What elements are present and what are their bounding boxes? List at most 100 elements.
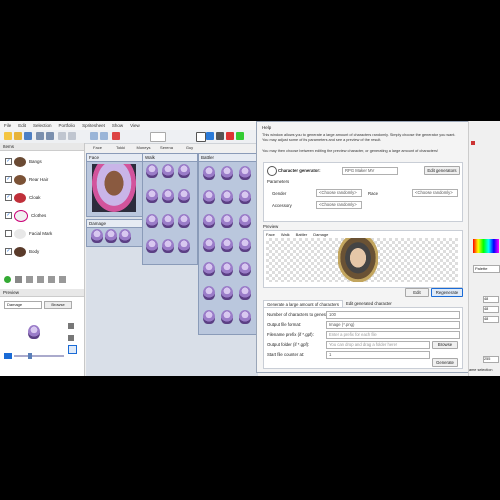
delete-item-icon[interactable] <box>59 276 66 283</box>
undo-icon[interactable] <box>36 132 44 140</box>
walk-sprite <box>178 164 190 178</box>
damage-box-title: Damage <box>87 220 143 228</box>
new-icon[interactable] <box>4 132 12 140</box>
output-folder-input[interactable]: You can drop and drag a folder here! <box>326 341 430 349</box>
cursor-tool-icon[interactable] <box>206 132 214 140</box>
copy-icon[interactable] <box>58 132 66 140</box>
delete-icon[interactable] <box>226 132 234 140</box>
preview-select[interactable]: Damage <box>4 301 42 309</box>
items-panel-title: Items <box>0 143 84 151</box>
play-icon[interactable] <box>4 353 12 359</box>
eyedropper-icon[interactable] <box>68 323 74 329</box>
list-item[interactable]: ✓ Clothes <box>5 208 46 223</box>
redo-icon[interactable] <box>46 132 54 140</box>
tab-serena[interactable]: Serena <box>155 143 178 153</box>
accessory-select[interactable]: <Choose randomly> <box>316 201 362 209</box>
preview-browse-button[interactable]: Browse <box>44 301 72 309</box>
move-down-icon[interactable] <box>37 276 44 283</box>
value-input[interactable]: 48 <box>483 306 499 313</box>
color-palette[interactable] <box>473 239 499 253</box>
menu-view[interactable]: View <box>130 123 140 128</box>
folder-browse-button[interactable]: Browse <box>432 341 458 349</box>
open-icon[interactable] <box>14 132 22 140</box>
animation-slider[interactable] <box>14 355 64 357</box>
filename-prefix-label: Filename prefix (if *.gpf): <box>267 332 314 337</box>
duplicate-icon[interactable] <box>15 276 22 283</box>
counter-input[interactable]: 1 <box>326 351 430 359</box>
right-panel: Palette 48 48 48 255 ame selection <box>468 121 500 376</box>
value-input[interactable]: 48 <box>483 316 499 323</box>
value-input[interactable]: 255 <box>483 356 499 363</box>
select-tool-icon[interactable] <box>196 132 206 142</box>
move-up-icon[interactable] <box>26 276 33 283</box>
tab-face[interactable]: Face <box>266 232 275 237</box>
record-icon[interactable] <box>112 132 120 140</box>
list-item[interactable]: ✓ Cloak <box>5 190 41 205</box>
tab-walk[interactable]: Walk <box>281 232 290 237</box>
checkbox[interactable]: ✓ <box>5 248 12 255</box>
move-tool-icon[interactable] <box>216 132 224 140</box>
output-format-select[interactable]: Image (*.png) <box>326 321 460 329</box>
item-label: Body <box>29 249 40 254</box>
save-icon[interactable] <box>24 132 32 140</box>
battler-sprite <box>239 238 251 252</box>
battler-sprite <box>239 166 251 180</box>
walk-sprite <box>162 239 174 253</box>
sprite-workspace: Face Damage Walk Battler <box>86 153 260 376</box>
menu-file[interactable]: File <box>4 123 11 128</box>
gender-select[interactable]: <Choose randomly> <box>316 189 362 197</box>
zoom-select[interactable] <box>150 132 166 142</box>
checkbox[interactable]: ✓ <box>5 194 12 201</box>
generator-icon <box>267 166 277 176</box>
checkbox[interactable] <box>5 230 12 237</box>
settings-icon[interactable] <box>48 276 55 283</box>
value-input[interactable]: 48 <box>483 296 499 303</box>
generator-section: Character generator: RPG Maker MV Edit g… <box>263 162 463 222</box>
output-format-label: Output file format: <box>267 322 302 327</box>
zoom-icon[interactable] <box>100 132 108 140</box>
add-icon[interactable] <box>236 132 244 140</box>
slider-handle[interactable] <box>28 353 32 359</box>
list-item[interactable]: Facial Mark <box>5 226 52 241</box>
num-characters-input[interactable]: 100 <box>326 311 460 319</box>
menu-selection[interactable]: Selection <box>33 123 52 128</box>
menu-portfolio[interactable]: Portfolio <box>59 123 76 128</box>
race-select[interactable]: <Choose randomly> <box>412 189 458 197</box>
tab-guy[interactable]: Guy <box>178 143 201 153</box>
palette-select[interactable]: Palette <box>473 265 500 273</box>
list-item[interactable]: ✓ Body <box>5 244 39 259</box>
battler-sprite <box>221 310 233 324</box>
toggle-icon[interactable] <box>68 345 77 354</box>
menu-edit[interactable]: Edit <box>18 123 26 128</box>
preview-canvas <box>20 319 48 347</box>
tab-face[interactable]: Face <box>86 143 109 153</box>
generate-button[interactable]: Generate <box>432 358 458 367</box>
checkbox[interactable]: ✓ <box>5 158 12 165</box>
damage-box: Damage <box>86 219 144 247</box>
edit-generators-button[interactable]: Edit generators <box>424 166 460 175</box>
list-item[interactable]: ✓ Rear Hair <box>5 172 48 187</box>
grid-icon[interactable] <box>90 132 98 140</box>
paste-icon[interactable] <box>68 132 76 140</box>
walk-sprite <box>162 189 174 203</box>
dialog-description-2: You may then choose between editing the … <box>262 149 439 153</box>
checkbox[interactable]: ✓ <box>5 212 12 219</box>
filename-prefix-input[interactable]: Enter a prefix for each file <box>326 331 460 339</box>
regenerate-button[interactable]: Regenerate <box>431 288 463 297</box>
checkbox[interactable]: ✓ <box>5 176 12 183</box>
list-item[interactable]: ✓ Bangs <box>5 154 42 169</box>
add-item-icon[interactable] <box>4 276 11 283</box>
tab-tokki[interactable]: Tokki <box>109 143 132 153</box>
face-box-title: Face <box>87 154 143 162</box>
menu-show[interactable]: Show <box>112 123 123 128</box>
menu-spritesheet[interactable]: Spritesheet <box>82 123 105 128</box>
face-box: Face <box>86 153 144 217</box>
generator-select[interactable]: RPG Maker MV <box>342 167 398 175</box>
tab-battler[interactable]: Battler <box>296 232 308 237</box>
tab-moneys[interactable]: Moneys <box>132 143 155 153</box>
close-panel-icon[interactable] <box>471 141 475 145</box>
facial-mark-thumbnail <box>14 228 26 239</box>
edit-button[interactable]: Edit <box>405 288 429 297</box>
brush-icon[interactable] <box>68 335 74 341</box>
tab-damage[interactable]: Damage <box>313 232 328 237</box>
